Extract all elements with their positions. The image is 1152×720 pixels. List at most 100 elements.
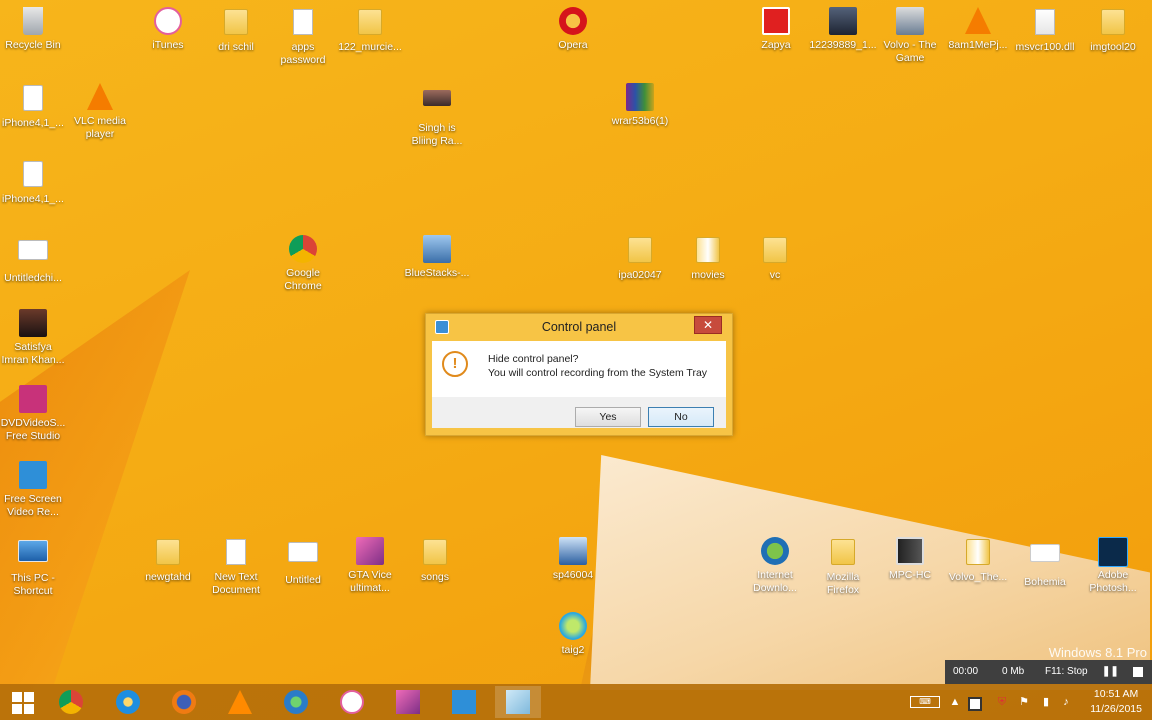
desktop-icon-vlc[interactable]: VLC media player: [63, 82, 137, 141]
desktop-icon-dri-schil[interactable]: dri schil: [199, 6, 273, 54]
taig-icon: [558, 612, 588, 642]
desktop-icon-vc[interactable]: vc: [738, 234, 812, 282]
pause-button[interactable]: ❚❚: [1102, 666, 1119, 677]
action-center-icon[interactable]: ⚑: [1017, 695, 1031, 709]
taskbar-vlc[interactable]: [217, 686, 263, 718]
desktop-icon-iphone41-a[interactable]: iPhone4,1_...: [0, 82, 70, 130]
desktop-icon-untitledchi[interactable]: Untitledchi...: [0, 234, 70, 285]
folder-icon: [828, 539, 858, 569]
dialog-message-line1: Hide control panel?: [488, 353, 579, 365]
volume-icon[interactable]: ♪: [1059, 695, 1073, 709]
desktop-icon-8am1mepj[interactable]: 8am1MePj...: [941, 6, 1015, 52]
taskbar-internet-explorer[interactable]: [105, 686, 151, 718]
ipsw-file-icon: [18, 85, 48, 115]
desktop-icon-singh-is-bliing[interactable]: Singh is Bliing Ra...: [400, 82, 474, 148]
control-panel-dialog: Control panel ✕ ! Hide control panel? Yo…: [425, 313, 733, 436]
computer-icon: [18, 540, 48, 570]
dialog-close-button[interactable]: ✕: [694, 316, 722, 334]
show-hidden-icons-icon[interactable]: ▲: [948, 695, 962, 709]
desktop-icon-recycle-bin[interactable]: Recycle Bin: [0, 6, 70, 52]
desktop-icon-sp46004[interactable]: sp46004: [536, 536, 610, 582]
desktop-icon-photo-12239889[interactable]: 12239889_1...: [806, 6, 880, 52]
recording-time: 00:00: [953, 666, 979, 677]
warning-icon: !: [442, 351, 468, 377]
installer-icon: [422, 235, 452, 265]
desktop-icon-satisfya[interactable]: Satisfya Imran Khan...: [0, 308, 70, 367]
folder-icon: [760, 237, 790, 267]
dialog-content: ! Hide control panel? You will control r…: [432, 341, 726, 401]
folder-icon: [355, 9, 385, 39]
desktop-icon-mpc-hc[interactable]: MPC-HC: [873, 536, 947, 582]
desktop-icon-newgtahd[interactable]: newgtahd: [131, 536, 205, 584]
keyboard-icon[interactable]: ⌨: [910, 696, 940, 708]
security-tray-icon[interactable]: ⛨: [995, 695, 1009, 709]
folder-icon: [420, 539, 450, 569]
taskbar-notepad-active[interactable]: [495, 686, 541, 718]
dialog-footer: Yes No: [432, 397, 726, 428]
desktop-icon-volvo-the-game[interactable]: Volvo - The Game: [873, 6, 947, 65]
desktop-icon-movies[interactable]: movies: [671, 234, 745, 282]
desktop-icon-dvdvideosoft[interactable]: DVDVideoS... Free Studio: [0, 384, 70, 443]
desktop-icon-ipa02047[interactable]: ipa02047: [603, 234, 677, 282]
stop-button[interactable]: [1133, 667, 1143, 677]
chrome-icon: [59, 690, 83, 714]
desktop-icon-opera[interactable]: Opera: [536, 6, 610, 52]
folder-icon: [693, 237, 723, 267]
taskbar-firefox[interactable]: [161, 686, 207, 718]
desktop-icon-bluestacks[interactable]: BlueStacks-...: [400, 234, 474, 280]
stop-hotkey-label[interactable]: F11: Stop: [1045, 666, 1088, 677]
firefox-icon: [172, 690, 196, 714]
desktop-icon-imgtool20[interactable]: imgtool20: [1076, 6, 1150, 54]
windows-logo-icon: [12, 692, 34, 714]
taskbar-itunes[interactable]: [329, 686, 375, 718]
desktop-icon-zapya[interactable]: Zapya: [739, 6, 813, 52]
desktop-icon-taig2[interactable]: taig2: [536, 611, 610, 657]
taskbar-free-screen-video[interactable]: [441, 686, 487, 718]
clock-time: 10:51 AM: [1093, 688, 1139, 700]
vlc-cone-icon: [85, 83, 115, 113]
video-thumbnail-icon: [18, 309, 48, 339]
dvdvideosoft-icon: [18, 385, 48, 415]
start-button[interactable]: [0, 686, 46, 718]
desktop-icon-bohemia[interactable]: Bohemia: [1008, 536, 1082, 589]
desktop-icon-wrar[interactable]: wrar53b6(1): [603, 82, 677, 128]
photoshop-icon: [1098, 537, 1128, 567]
desktop-icon-songs[interactable]: songs: [398, 536, 472, 584]
desktop-icon-google-chrome[interactable]: Google Chrome: [266, 234, 340, 293]
folder-icon: [963, 539, 993, 569]
desktop-icon-msvcr100[interactable]: msvcr100.dll: [1008, 6, 1082, 54]
image-thumbnail-icon: [828, 7, 858, 37]
vlc-cone-icon: [228, 690, 252, 714]
system-clock[interactable]: 10:51 AM 11/26/2015: [1090, 687, 1142, 717]
taskbar-network-tool[interactable]: [273, 686, 319, 718]
screen-recorder-icon: [452, 690, 476, 714]
desktop-icon-volvo-the-2[interactable]: Volvo_The...: [941, 536, 1015, 584]
folder-icon: [625, 237, 655, 267]
desktop-icon-122-murcie[interactable]: 122_murcie...: [333, 6, 407, 54]
gta-vice-icon: [355, 537, 385, 567]
recorder-tray-icon[interactable]: [968, 697, 982, 711]
desktop-icon-free-screen-video[interactable]: Free Screen Video Re...: [0, 460, 70, 519]
desktop-icon-untitled[interactable]: Untitled: [266, 536, 340, 587]
taskbar-gta-vice[interactable]: [385, 686, 431, 718]
network-signal-icon[interactable]: ▮: [1039, 695, 1053, 709]
taskbar-chrome[interactable]: [48, 686, 94, 718]
yes-button[interactable]: Yes: [575, 407, 641, 427]
desktop-icon-new-text-document[interactable]: New Text Document: [199, 536, 273, 597]
desktop-icon-internet-download[interactable]: Internet Downlo...: [738, 536, 812, 595]
desktop-icon-this-pc[interactable]: This PC - Shortcut: [0, 536, 70, 598]
desktop-icon-adobe-photoshop[interactable]: Adobe Photosh...: [1076, 536, 1150, 595]
download-manager-icon: [760, 537, 790, 567]
dialog-body: ! Hide control panel? You will control r…: [432, 341, 726, 428]
desktop-icon-gta-vice[interactable]: GTA Vice ultimat...: [333, 536, 407, 595]
no-button[interactable]: No: [648, 407, 714, 427]
vlc-cone-icon: [963, 7, 993, 37]
desktop-icon-apps-password[interactable]: apps password: [266, 6, 340, 67]
dialog-titlebar[interactable]: Control panel ✕: [426, 314, 732, 340]
desktop-icon-iphone41-b[interactable]: iPhone4,1_...: [0, 158, 70, 206]
desktop-icon-mozilla-firefox[interactable]: Mozilla Firefox: [806, 536, 880, 597]
clock-date: 11/26/2015: [1090, 703, 1142, 715]
chrome-icon: [288, 235, 318, 265]
ipsw-file-icon: [18, 161, 48, 191]
desktop-icon-itunes[interactable]: iTunes: [131, 6, 205, 52]
